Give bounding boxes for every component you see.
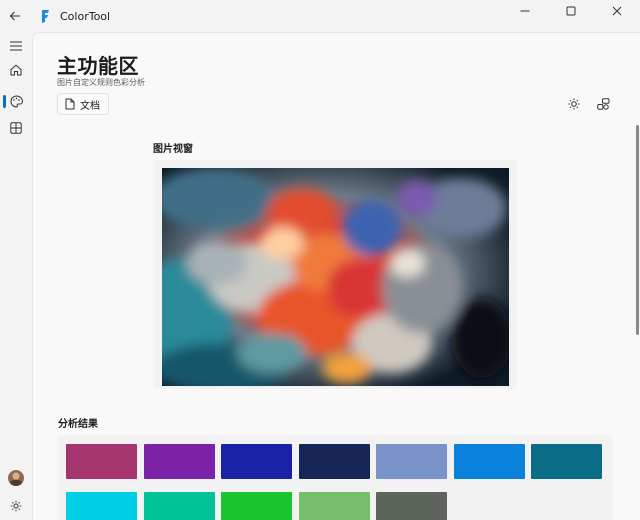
color-swatch[interactable] xyxy=(531,444,602,479)
hamburger-menu-icon xyxy=(10,41,22,51)
docs-button[interactable]: 文档 xyxy=(57,93,109,115)
nav-item-palette[interactable] xyxy=(0,87,32,115)
widgets-button[interactable] xyxy=(591,93,615,115)
back-button[interactable] xyxy=(0,0,30,32)
brightness-icon xyxy=(568,98,580,110)
app-logo-icon xyxy=(38,9,52,23)
close-icon xyxy=(612,6,622,16)
close-button[interactable] xyxy=(594,0,640,22)
color-swatch[interactable] xyxy=(376,492,447,520)
page-subtitle: 图片自定义规则色彩分析 xyxy=(57,78,145,87)
color-swatch[interactable] xyxy=(143,444,215,479)
home-icon xyxy=(10,64,22,76)
image-viewer-title: 图片视窗 xyxy=(153,144,193,155)
maximize-icon xyxy=(566,6,576,16)
color-swatch[interactable] xyxy=(298,444,370,479)
color-swatch[interactable] xyxy=(376,444,447,479)
color-swatch[interactable] xyxy=(298,492,370,520)
user-avatar[interactable] xyxy=(0,464,32,492)
image-viewer xyxy=(154,160,517,389)
minimize-icon xyxy=(520,10,530,12)
title-bar: ColorTool xyxy=(0,0,640,32)
page-title: 主功能区 xyxy=(57,54,139,78)
minimize-button[interactable] xyxy=(502,0,548,22)
nav-rail xyxy=(0,32,32,520)
gear-icon xyxy=(10,500,22,512)
dashboard-icon xyxy=(10,122,22,134)
theme-toggle-button[interactable] xyxy=(562,93,586,115)
palette-icon xyxy=(10,94,23,108)
color-swatch[interactable] xyxy=(66,492,137,520)
color-swatch[interactable] xyxy=(221,444,292,479)
maximize-button[interactable] xyxy=(548,0,594,22)
nav-item-dashboard[interactable] xyxy=(0,114,32,142)
document-icon xyxy=(65,98,75,110)
docs-button-label: 文档 xyxy=(80,100,100,112)
color-swatch[interactable] xyxy=(221,492,292,520)
main-content: 主功能区 图片自定义规则色彩分析 文档 图片视窗 分析结果 xyxy=(32,32,640,520)
color-swatch[interactable] xyxy=(66,444,137,479)
window-caption-buttons xyxy=(502,0,640,22)
back-arrow-icon xyxy=(9,11,20,21)
color-swatch-panel xyxy=(58,435,613,520)
avatar xyxy=(8,470,24,486)
nav-item-settings[interactable] xyxy=(0,492,32,520)
vertical-scrollbar[interactable] xyxy=(636,125,639,335)
color-swatch[interactable] xyxy=(143,492,215,520)
app-title: ColorTool xyxy=(60,9,111,23)
color-swatch[interactable] xyxy=(453,444,525,479)
loaded-image xyxy=(162,168,509,386)
results-title: 分析结果 xyxy=(58,419,98,430)
shapes-icon xyxy=(596,98,609,110)
nav-item-home[interactable] xyxy=(0,56,32,84)
